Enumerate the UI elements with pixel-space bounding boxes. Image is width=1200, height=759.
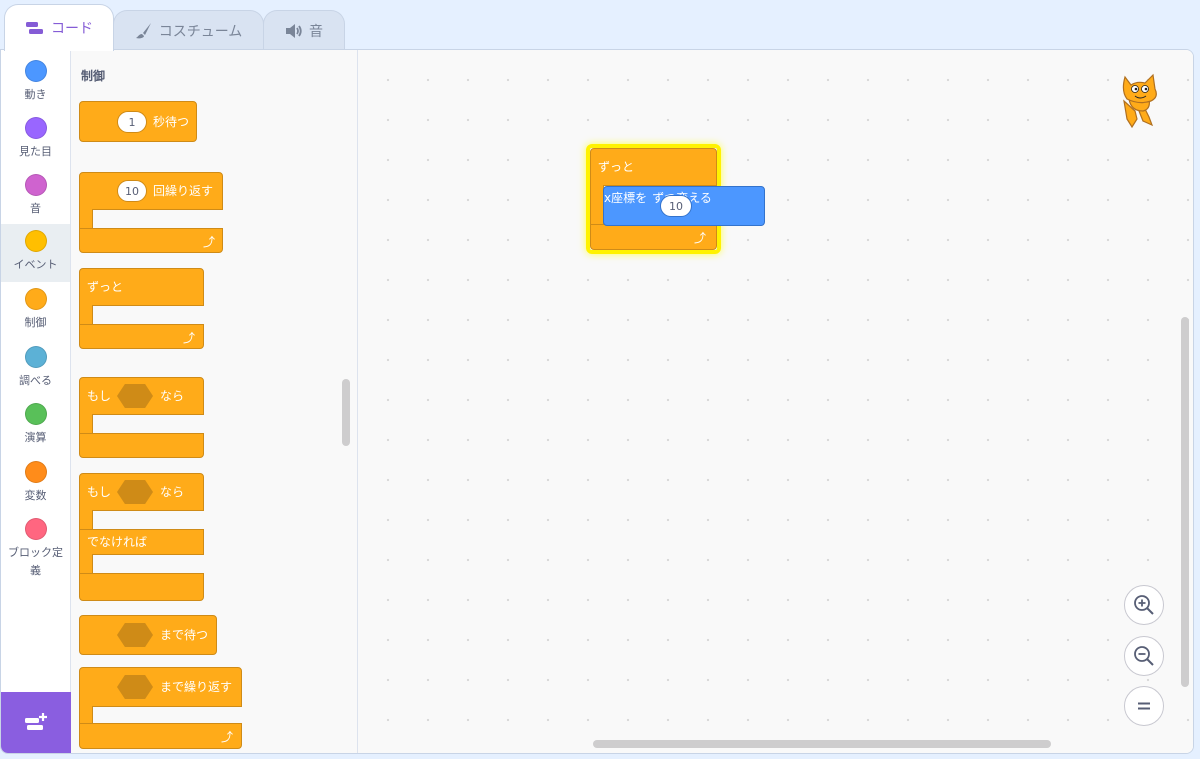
zoom-out-icon [1134,646,1154,666]
category-motion[interactable]: 動き [1,58,70,112]
forever-label: ずっと [87,280,124,294]
tab-costumes-label: コスチューム [158,23,243,40]
block-change-x[interactable]: x座標を 10 ずつ変える [603,186,765,226]
workspace-horizontal-scrollbar[interactable] [593,740,1051,748]
category-events[interactable]: イベント [1,224,70,282]
loop-arrow-icon: ⤴ [203,235,216,249]
repeat-count-input[interactable]: 10 [117,180,147,202]
workspace-forever-label: ずっと [598,160,635,174]
category-label: 演算 [24,431,47,444]
category-label: 制御 [24,316,47,329]
add-extension-button[interactable] [1,692,71,753]
category-variables[interactable]: 変数 [1,459,70,513]
category-looks[interactable]: 見た目 [1,115,70,169]
category-dot [24,346,47,368]
category-label: イベント [13,258,58,271]
zoom-out-button[interactable] [1124,636,1164,676]
brush-icon [135,22,153,40]
equals-icon [1138,702,1150,710]
block-forever[interactable]: ずっと ⤴ [79,268,204,350]
loop-arrow-icon: ⤴ [694,231,707,245]
code-editor: 動き 見た目 音 イベント 制御 調べる 演算 変数 ブロック定義 制御 1 秒… [0,49,1194,754]
category-label: 音 [30,202,41,215]
category-label: 見た目 [19,145,52,158]
category-label: ブロック定義 [8,546,63,577]
category-operators[interactable]: 演算 [1,401,70,455]
sprite-cat-icon [1122,73,1157,129]
category-control[interactable]: 制御 [1,286,70,340]
category-label: 調べる [19,374,52,387]
category-dot [24,518,47,540]
else-label: でなければ [87,535,148,549]
category-menu: 動き 見た目 音 イベント 制御 調べる 演算 変数 ブロック定義 [1,50,71,753]
palette-scrollbar[interactable] [342,379,350,446]
change-x-prefix: x座標を [604,191,648,205]
then-label: なら [160,485,185,499]
change-x-input[interactable]: 10 [660,195,692,217]
category-dot [24,230,47,252]
script-workspace[interactable]: ずっと ⤴ x座標を 10 ずつ変える [358,50,1193,753]
tab-sounds-label: 音 [309,23,323,40]
repeat-until-label: まで繰り返す [160,680,233,694]
block-wait-until[interactable]: まで待つ [79,615,217,655]
category-dot [24,288,47,310]
block-repeat[interactable]: 10 回繰り返す ⤴ [79,172,223,256]
zoom-in-icon [1134,595,1154,615]
category-dot [24,117,47,139]
category-my-blocks[interactable]: ブロック定義 [1,516,70,586]
add-extension-icon [25,712,47,730]
zoom-reset-button[interactable] [1124,686,1164,726]
tab-sounds[interactable]: 音 [263,10,345,50]
code-icon [25,21,45,35]
category-dot [24,461,47,483]
category-dot [24,60,47,82]
speaker-icon [285,23,303,39]
palette-section-title: 制御 [81,69,106,83]
tab-code[interactable]: コード [4,4,114,51]
loop-arrow-icon: ⤴ [183,331,196,345]
then-label: なら [160,389,185,403]
category-dot [24,403,47,425]
workspace-vertical-scrollbar[interactable] [1181,317,1189,687]
wait-until-label: まで待つ [160,628,209,642]
wait-seconds-input[interactable]: 1 [117,111,147,133]
block-repeat-until[interactable]: まで繰り返す ⤴ [79,667,242,751]
block-palette: 制御 1 秒待つ 10 回繰り返す ⤴ ずっと ⤴ もし なら もし なら でな… [71,50,358,753]
loop-arrow-icon: ⤴ [221,730,234,744]
editor-tabs: コード コスチューム 音 [0,0,1200,51]
category-label: 変数 [24,489,47,502]
if-label: もし [87,485,112,499]
category-sensing[interactable]: 調べる [1,344,70,398]
tab-code-label: コード [51,21,93,37]
wait-seconds-label: 秒待つ [153,115,190,129]
if-label: もし [87,389,112,403]
block-wait-seconds[interactable]: 1 秒待つ [79,101,197,142]
zoom-in-button[interactable] [1124,585,1164,625]
category-sound[interactable]: 音 [1,172,70,226]
category-label: 動き [24,88,47,101]
block-if-else[interactable]: もし なら でなければ [79,473,204,606]
block-if-then[interactable]: もし なら [79,377,204,459]
category-dot [24,174,47,196]
repeat-label: 回繰り返す [153,184,214,198]
tab-costumes[interactable]: コスチューム [113,10,264,50]
